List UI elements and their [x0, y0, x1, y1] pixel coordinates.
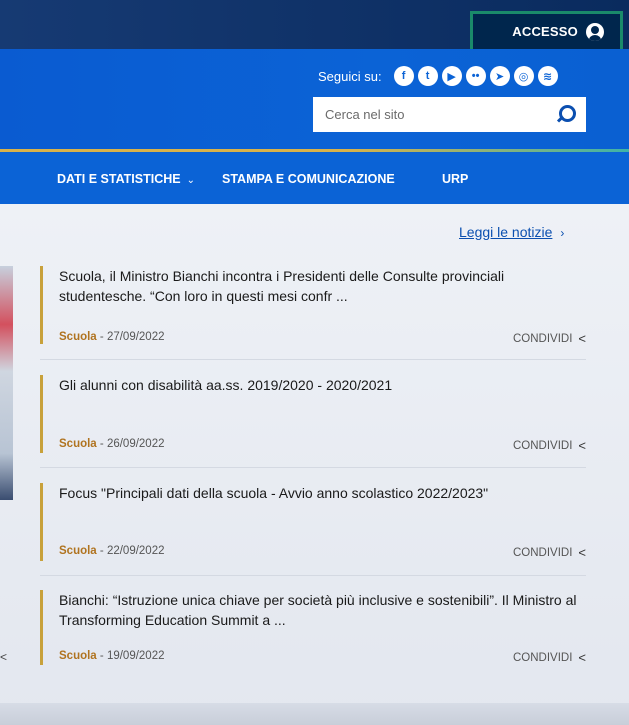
- instagram-icon[interactable]: ◎: [513, 66, 534, 86]
- news-item[interactable]: Gli alunni con disabilità aa.ss. 2019/20…: [40, 375, 586, 453]
- chevron-right-icon: ›: [560, 226, 565, 240]
- share-button[interactable]: CONDIVIDI <: [513, 545, 586, 560]
- twitter-icon[interactable]: t: [417, 66, 438, 86]
- news-item[interactable]: Scuola, il Ministro Bianchi incontra i P…: [40, 266, 586, 346]
- share-label: CONDIVIDI: [512, 439, 573, 452]
- share-button[interactable]: CONDIVIDI <: [513, 438, 586, 453]
- youtube-icon[interactable]: ▶: [441, 66, 462, 86]
- social-label: Seguici su:: [318, 68, 382, 84]
- news-accent-bar: [40, 375, 43, 453]
- share-icon: <: [578, 650, 586, 665]
- nav-item-urp[interactable]: URP: [442, 172, 468, 186]
- news-separator: [40, 467, 586, 468]
- share-icon[interactable]: <: [0, 650, 7, 664]
- telegram-icon[interactable]: ➤: [489, 66, 510, 86]
- facebook-icon[interactable]: f: [393, 66, 414, 86]
- chevron-down-icon: ⌄: [186, 175, 195, 186]
- main-nav: DATI E STATISTICHE ⌄ STAMPA E COMUNICAZIO…: [0, 152, 629, 204]
- share-label: CONDIVIDI: [512, 546, 573, 559]
- spotify-icon[interactable]: ≋: [537, 66, 558, 86]
- share-icon: <: [578, 331, 586, 346]
- share-icon: <: [578, 438, 586, 453]
- nav-item-dati-e-statistiche[interactable]: DATI E STATISTICHE ⌄: [57, 172, 195, 186]
- news-accent-bar: [40, 266, 43, 344]
- bottom-strip: [0, 703, 629, 725]
- news-category[interactable]: Scuola: [59, 438, 97, 450]
- flickr-icon[interactable]: ••: [465, 66, 486, 86]
- user-icon: [586, 22, 604, 41]
- news-accent-bar: [40, 590, 43, 665]
- news-meta: Scuola - 22/09/2022: [59, 545, 165, 557]
- news-date: - 26/09/2022: [96, 438, 165, 450]
- share-button[interactable]: CONDIVIDI <: [513, 650, 586, 665]
- share-label: CONDIVIDI: [512, 651, 573, 664]
- read-news-label: Leggi le notizie: [459, 224, 553, 240]
- share-label: CONDIVIDI: [512, 332, 573, 345]
- share-icon: <: [578, 545, 586, 560]
- news-title[interactable]: Gli alunni con disabilità aa.ss. 2019/20…: [59, 375, 586, 395]
- news-item[interactable]: Focus "Principali dati della scuola - Av…: [40, 483, 586, 561]
- search-icon[interactable]: [546, 97, 586, 132]
- news-title[interactable]: Focus "Principali dati della scuola - Av…: [59, 483, 586, 503]
- search-box: [313, 96, 586, 133]
- read-news-link[interactable]: Leggi le notizie ›: [459, 224, 564, 240]
- login-button[interactable]: ACCESSO: [470, 11, 623, 49]
- news-title[interactable]: Bianchi: “Istruzione unica chiave per so…: [59, 590, 586, 630]
- news-separator: [40, 575, 586, 576]
- news-category[interactable]: Scuola: [59, 650, 97, 662]
- news-separator: [40, 359, 586, 360]
- social-links: Seguici su: f t ▶ •• ➤ ◎ ≋: [318, 64, 558, 88]
- featured-image[interactable]: [0, 266, 13, 500]
- news-date: - 27/09/2022: [96, 331, 165, 343]
- nav-label: DATI E STATISTICHE: [57, 172, 181, 186]
- news-category[interactable]: Scuola: [59, 545, 97, 557]
- news-meta: Scuola - 19/09/2022: [59, 650, 165, 662]
- top-bar: ACCESSO: [0, 0, 629, 49]
- news-item[interactable]: Bianchi: “Istruzione unica chiave per so…: [40, 590, 586, 668]
- login-label: ACCESSO: [512, 24, 578, 39]
- nav-item-stampa-e-comunicazione[interactable]: STAMPA E COMUNICAZIONE: [222, 172, 395, 186]
- news-meta: Scuola - 26/09/2022: [59, 438, 165, 450]
- news-date: - 22/09/2022: [96, 545, 165, 557]
- news-meta: Scuola - 27/09/2022: [59, 331, 165, 343]
- news-date: - 19/09/2022: [96, 650, 165, 662]
- news-accent-bar: [40, 483, 43, 561]
- news-category[interactable]: Scuola: [59, 331, 97, 343]
- news-title[interactable]: Scuola, il Ministro Bianchi incontra i P…: [59, 266, 586, 306]
- share-button[interactable]: CONDIVIDI <: [513, 331, 586, 346]
- search-input[interactable]: [313, 96, 546, 133]
